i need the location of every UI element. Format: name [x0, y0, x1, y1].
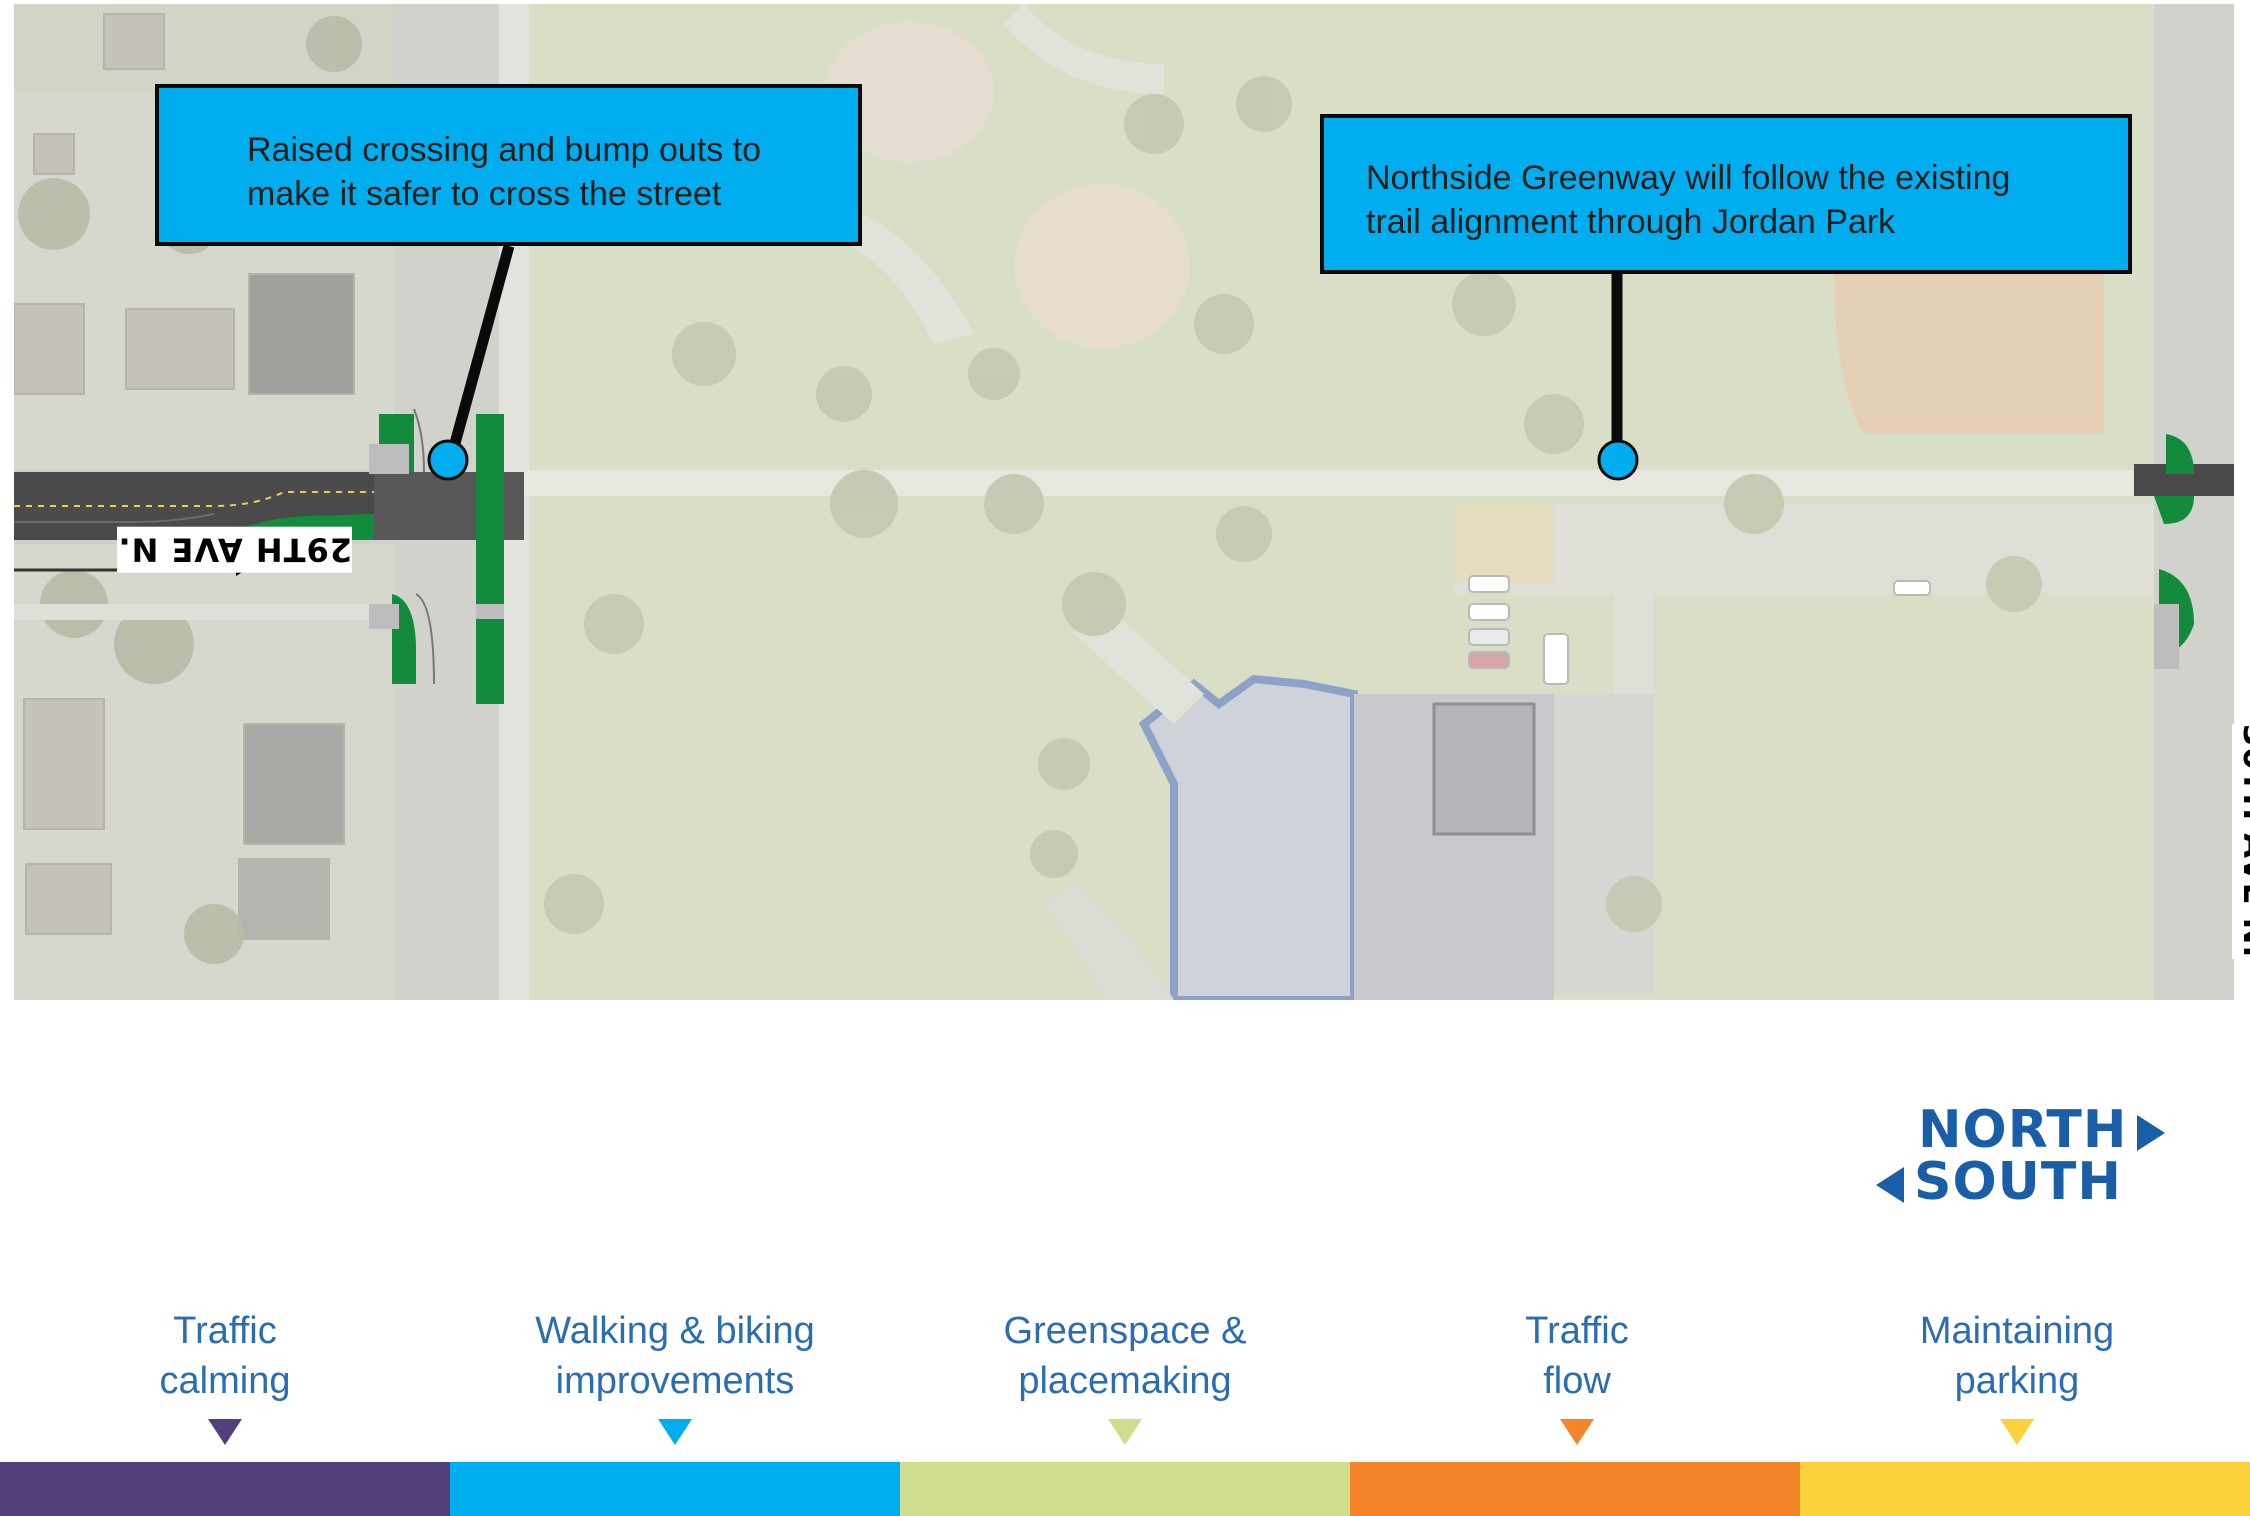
callout-point-1 [427, 439, 469, 481]
category-label-line: Walking & biking [535, 1310, 815, 1352]
category-label-line: Traffic [1525, 1310, 1629, 1352]
street-label-29th-ave: 29TH AVE N. [117, 526, 352, 573]
parking-hatch [1454, 504, 1554, 584]
category-marker-traffic-calming [208, 1419, 242, 1445]
color-band-walking-biking [450, 1462, 900, 1516]
category-traffic-calming: Traffic calming [15, 1306, 435, 1406]
callout-2-line-1: Northside Greenway will follow the exist… [1366, 159, 2011, 197]
color-band-traffic-flow [1350, 1462, 1800, 1516]
category-label-line: placemaking [1018, 1360, 1232, 1402]
school-building [1138, 674, 1358, 1000]
compass-south-label: SOUTH [1914, 1152, 2122, 1212]
category-marker-greenspace [1108, 1419, 1142, 1445]
arrow-left-icon [1876, 1167, 1904, 1203]
arrow-right-icon [2137, 1115, 2166, 1151]
callout-point-2 [1597, 439, 1639, 481]
compass-north: NORTH [1918, 1100, 2166, 1160]
category-marker-traffic-flow [1560, 1419, 1594, 1445]
street-label-30th-ave: 30TH AVE N. [2232, 724, 2250, 959]
category-label-line: Greenspace & [1003, 1310, 1247, 1352]
callout-greenway-trail: Northside Greenway will follow the exist… [1320, 114, 2132, 274]
category-marker-parking [2000, 1419, 2034, 1445]
category-label-line: Traffic [173, 1310, 277, 1352]
category-label-line: Maintaining [1919, 1310, 2115, 1352]
category-label-line: parking [1954, 1360, 2080, 1402]
color-band-greenspace [900, 1462, 1350, 1516]
compass-direction: NORTH SOUTH [1876, 1100, 2176, 1210]
compass-south: SOUTH [1876, 1154, 2122, 1210]
color-band-traffic-calming [0, 1462, 450, 1516]
color-band-parking [1800, 1462, 2250, 1516]
compass-north-label: NORTH [1918, 1100, 2128, 1160]
category-greenspace-placemaking: Greenspace & placemaking [915, 1306, 1335, 1406]
category-label-line: calming [159, 1360, 291, 1402]
callout-2-line-2: trail alignment through Jordan Park [1366, 203, 1896, 241]
category-walking-biking: Walking & biking improvements [465, 1306, 885, 1406]
sidewalk-ew-west [14, 604, 394, 620]
parking-lot [1454, 504, 2154, 594]
category-marker-walking-biking [658, 1419, 692, 1445]
callout-1-line-1: Raised crossing and bump outs to [247, 131, 762, 169]
playground-south [1014, 184, 1190, 348]
category-label-line: improvements [555, 1360, 795, 1402]
greenway-trail [524, 470, 2154, 496]
callout-1-line-2: make it safer to cross the street [247, 175, 722, 213]
category-label-line: flow [1543, 1360, 1611, 1402]
category-traffic-flow: Traffic flow [1367, 1306, 1787, 1406]
category-maintaining-parking: Maintaining parking [1807, 1306, 2227, 1406]
callout-raised-crossing: Raised crossing and bump outs to make it… [155, 84, 862, 246]
